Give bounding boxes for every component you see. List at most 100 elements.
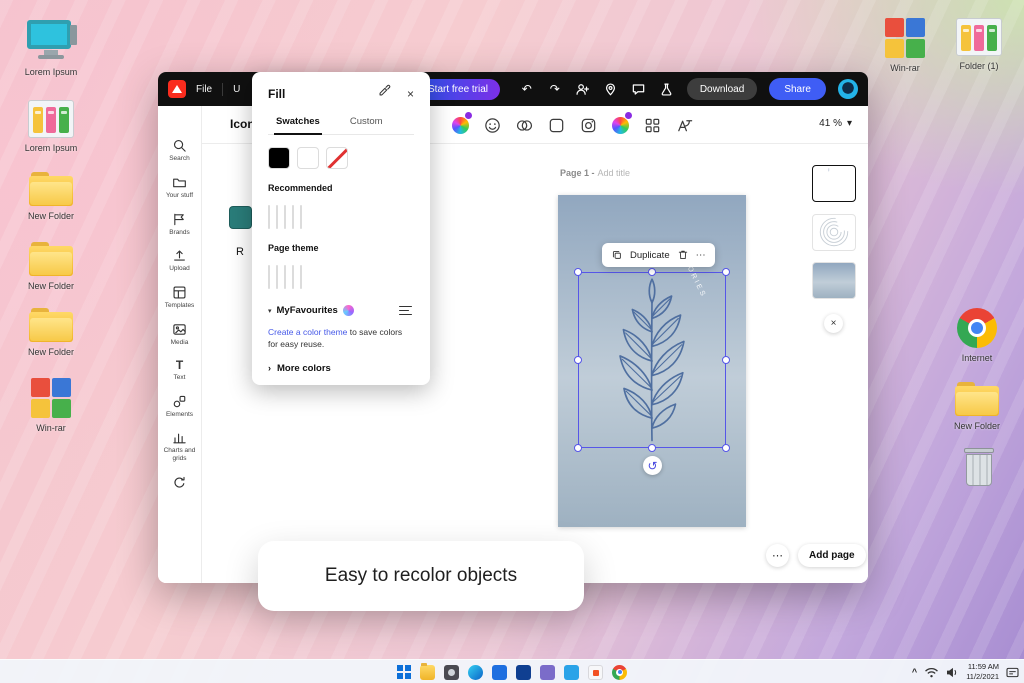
menu-file[interactable]: File xyxy=(196,84,212,95)
sidebar-item-text[interactable]: T Text xyxy=(158,358,202,382)
more-colors-row[interactable]: › More colors xyxy=(268,363,414,374)
taskbar-app-icon[interactable] xyxy=(540,664,555,680)
sidebar-item-templates[interactable]: Templates xyxy=(158,285,202,310)
add-title-placeholder[interactable]: Add title xyxy=(598,168,631,178)
menu-partial[interactable]: U xyxy=(233,84,240,95)
clock[interactable]: 11:59 AM 11/2/2021 xyxy=(966,662,999,682)
swatch[interactable] xyxy=(284,265,286,289)
resize-handle[interactable] xyxy=(574,444,582,452)
shapes-icon[interactable] xyxy=(514,115,534,135)
desktop-icon-folder[interactable]: New Folder xyxy=(938,382,1016,432)
close-icon[interactable]: × xyxy=(824,314,843,333)
resize-handle[interactable] xyxy=(722,356,730,364)
taskbar-app-icon[interactable] xyxy=(564,664,579,680)
desktop-icon-recycle-bin[interactable] xyxy=(940,448,1018,495)
sidebar-item-upload[interactable]: Upload xyxy=(158,248,202,273)
swatch-black[interactable] xyxy=(268,147,290,169)
taskbar-app-icon[interactable] xyxy=(492,664,507,680)
swatch-white[interactable] xyxy=(297,147,319,169)
undo-icon[interactable]: ↶ xyxy=(519,81,535,97)
frame-icon[interactable] xyxy=(546,115,566,135)
page-thumbnail-2[interactable] xyxy=(812,214,856,251)
filter-lines-icon[interactable] xyxy=(399,305,414,316)
file-explorer-icon[interactable] xyxy=(420,662,435,680)
swatch[interactable] xyxy=(300,265,302,289)
resize-handle[interactable] xyxy=(648,268,656,276)
swatch-none[interactable] xyxy=(326,147,348,169)
rotate-handle[interactable]: ↺ xyxy=(643,456,662,475)
notification-icon[interactable] xyxy=(1006,667,1019,678)
redo-icon[interactable]: ↷ xyxy=(547,81,563,97)
close-icon[interactable]: × xyxy=(407,87,414,101)
desktop-icon-binders[interactable]: Lorem Ipsum xyxy=(12,100,90,154)
translate-icon[interactable] xyxy=(674,115,694,135)
sidebar-item-brands[interactable]: Brands xyxy=(158,212,202,237)
camera-app-icon[interactable] xyxy=(444,664,459,680)
partial-hidden-control[interactable]: R xyxy=(236,246,244,258)
resize-handle[interactable] xyxy=(648,444,656,452)
beta-flask-icon[interactable] xyxy=(659,81,675,97)
desktop-icon-folder[interactable]: New Folder xyxy=(12,308,90,358)
desktop-icon-folder[interactable]: New Folder xyxy=(12,172,90,222)
sidebar-item-search[interactable]: Search xyxy=(158,138,202,163)
resize-handle[interactable] xyxy=(722,444,730,452)
desktop-icon-binders[interactable]: Folder (1) xyxy=(940,18,1018,72)
tab-custom[interactable]: Custom xyxy=(348,112,385,134)
desktop-icon-winrar[interactable]: Win-rar xyxy=(12,378,90,434)
sidebar-item-elements[interactable]: Elements xyxy=(158,394,202,419)
trash-icon[interactable] xyxy=(677,249,689,261)
start-button[interactable] xyxy=(397,665,411,679)
taskbar-app-icon[interactable] xyxy=(588,664,603,680)
sidebar-item-charts-and-grids[interactable]: Charts and grids xyxy=(158,430,202,463)
account-avatar[interactable] xyxy=(838,79,858,99)
swatch[interactable] xyxy=(284,205,286,229)
selection-box[interactable] xyxy=(574,268,730,452)
share-button[interactable]: Share xyxy=(769,78,826,100)
resize-handle[interactable] xyxy=(574,268,582,276)
swatch[interactable] xyxy=(292,265,294,289)
download-button[interactable]: Download xyxy=(686,78,758,100)
swatch[interactable] xyxy=(300,205,302,229)
swatch[interactable] xyxy=(292,205,294,229)
current-fill-swatch[interactable] xyxy=(229,206,252,229)
eyedropper-icon[interactable] xyxy=(377,84,391,103)
page-thumbnail-1[interactable] xyxy=(812,165,856,202)
volume-icon[interactable] xyxy=(946,667,959,678)
comment-icon[interactable] xyxy=(631,81,647,97)
desktop-icon-winrar[interactable]: Win-rar xyxy=(866,18,944,74)
sidebar-item-your-stuff[interactable]: Your stuff xyxy=(158,175,202,200)
chrome-icon[interactable] xyxy=(612,664,627,680)
edge-icon[interactable] xyxy=(468,664,483,680)
color-wheel-icon[interactable] xyxy=(450,111,473,135)
sidebar-item-more[interactable] xyxy=(158,475,202,492)
create-color-theme-link[interactable]: Create a color theme xyxy=(268,327,347,337)
location-pin-icon[interactable] xyxy=(603,81,619,97)
page-thumbnail-3[interactable] xyxy=(812,262,856,299)
tab-swatches[interactable]: Swatches xyxy=(274,112,322,135)
taskbar-app-icon[interactable] xyxy=(516,664,531,680)
swatch[interactable] xyxy=(268,205,270,229)
social-frame-icon[interactable] xyxy=(578,115,598,135)
wifi-icon[interactable] xyxy=(924,667,939,678)
effects-wheel-icon[interactable] xyxy=(610,111,633,135)
swatch[interactable] xyxy=(276,205,278,229)
add-page-button[interactable]: Add page xyxy=(798,544,866,567)
desktop-icon-internet[interactable]: Internet xyxy=(938,308,1016,364)
sidebar-item-media[interactable]: Media xyxy=(158,322,202,347)
tray-expand-icon[interactable]: ^ xyxy=(912,667,917,677)
favourites-row[interactable]: ▾ MyFavourites xyxy=(268,305,414,316)
app-logo-icon[interactable] xyxy=(168,80,186,98)
resize-handle[interactable] xyxy=(722,268,730,276)
desktop-icon-computer[interactable]: Lorem Ipsum xyxy=(12,20,90,78)
sticker-smiley-icon[interactable] xyxy=(482,115,502,135)
desktop-icon-folder[interactable]: New Folder xyxy=(12,242,90,292)
swatch[interactable] xyxy=(276,265,278,289)
invite-people-icon[interactable] xyxy=(575,81,591,97)
duplicate-button[interactable]: Duplicate xyxy=(630,250,670,261)
swatch[interactable] xyxy=(268,265,270,289)
more-options-icon[interactable]: ⋯ xyxy=(696,250,706,261)
page-options-button[interactable]: ⋯ xyxy=(766,544,789,567)
zoom-control[interactable]: 41 % ▾ xyxy=(819,118,852,129)
apps-grid-icon[interactable] xyxy=(642,115,662,135)
resize-handle[interactable] xyxy=(574,356,582,364)
